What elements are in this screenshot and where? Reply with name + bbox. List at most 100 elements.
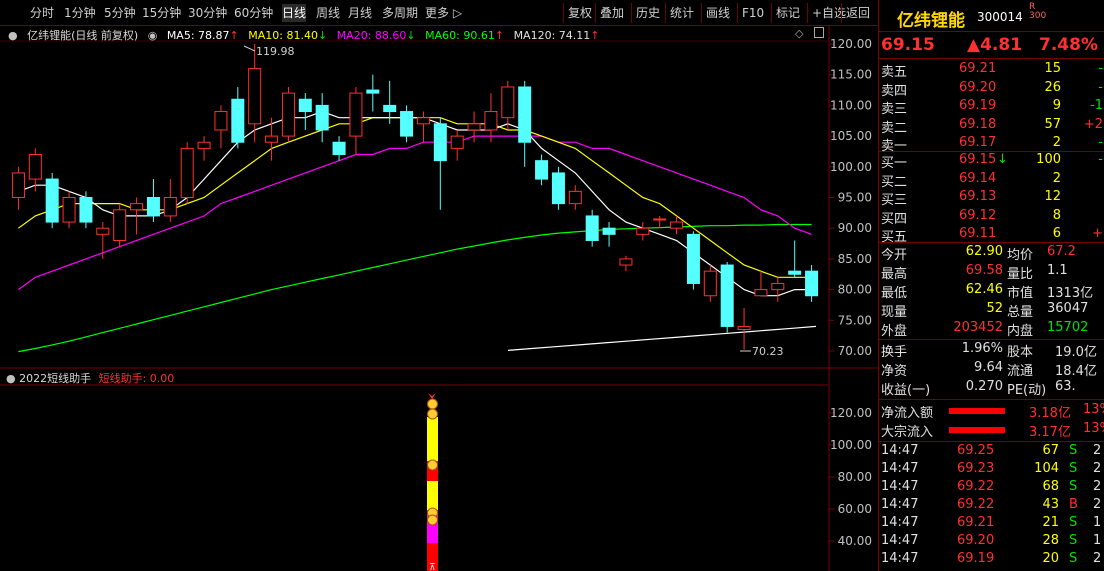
tick-price: 69.23 [957,461,995,476]
stat-label: 市值 [1007,286,1034,301]
flow-label: 净流入额 [881,406,934,421]
candle-body[interactable] [518,86,532,143]
tick-price: 69.20 [957,533,995,548]
buy-volume: 6 [1052,226,1061,241]
candle-body[interactable] [11,172,25,199]
candle-body[interactable] [366,89,380,94]
stat-value: 67.2 [1047,244,1076,259]
candle-body[interactable] [484,111,498,131]
y-tick-label: 115.00 [830,68,872,82]
sell-level-label: 卖二 [881,120,908,136]
sell-row[interactable]: 卖三 69.19 9 -1 [879,98,1104,117]
buy-volume: 100 [1036,152,1061,167]
candle-body[interactable] [450,135,464,149]
candle-body[interactable] [568,190,582,205]
buy-level-label: 买二 [881,174,908,190]
tick-count: 2 [1093,479,1102,494]
tick-side: B [1069,497,1078,512]
stat-row: 今开 62.90 均价 67.2 [879,244,1104,263]
sell-row[interactable]: 卖二 69.18 57 +2 [879,117,1104,136]
buy-volume: 8 [1052,207,1061,223]
sell-change: - [1098,61,1103,76]
candle-body[interactable] [383,104,397,113]
candle-body[interactable] [720,264,734,327]
stat-label: PE(动) [1007,383,1047,398]
candle-body[interactable] [400,111,414,137]
buy-row[interactable]: 买四 69.12 8 [879,207,1104,227]
sell-level-label: 卖三 [881,102,908,117]
candle-body[interactable] [433,123,447,162]
candle-body[interactable] [28,154,42,180]
candle-body[interactable] [703,270,717,297]
sell-price: 69.19 [959,98,997,113]
candle-body[interactable] [130,203,144,211]
sell-price: 69.17 [959,135,997,150]
candle-body[interactable] [805,270,819,297]
sub-y-tick-label: 80.00 [838,470,872,484]
sub-settings-icon[interactable]: ● [6,372,16,385]
candle-body[interactable] [467,123,481,131]
buy-row[interactable]: 买二 69.14 2 [879,171,1104,190]
buy-row[interactable]: 买一 69.15 ↓ 100 - [879,152,1104,171]
candle-body[interactable] [501,86,515,119]
candle-body[interactable] [281,92,295,137]
candle-body[interactable] [551,172,565,205]
stat-label: 现量 [881,305,908,320]
sell-row[interactable]: 卖四 69.20 26 - [879,79,1104,99]
candle-body[interactable] [416,117,430,125]
kline-chart[interactable]: 70.00 75.00 80.00 85.00 90.00 95.00 100.00 105.… [0,0,878,571]
stat-value: 9.64 [974,360,1003,375]
candle-body[interactable] [788,270,802,275]
candle-body[interactable] [146,197,160,217]
flow-bar [949,408,1005,414]
buy-row[interactable]: 买三 69.13 12 [879,189,1104,208]
buy-volume: 12 [1044,189,1061,204]
tick-side: S [1069,515,1078,530]
tick-side: S [1069,443,1078,458]
candle-body[interactable] [197,141,211,149]
candle-body[interactable] [79,197,93,223]
candle-body[interactable] [248,68,262,125]
stat-row: 现量 52 总量 36047 [879,301,1104,320]
stat-value: 1313亿 [1047,286,1094,301]
sell-row[interactable]: 卖五 69.21 15 - [879,61,1104,80]
candle-body[interactable] [535,160,549,180]
candle-body[interactable] [231,98,245,143]
tick-volume: 67 [1042,443,1059,458]
candle-body[interactable] [163,197,177,217]
candle-body[interactable] [45,178,59,223]
candle-body[interactable] [670,221,684,229]
moneybag-icon [427,514,438,526]
candle-body[interactable] [265,135,279,143]
candle-body[interactable] [96,227,110,235]
flow-row: 净流入额 3.18亿 13% [879,402,1104,421]
candle-body[interactable] [771,282,785,291]
candle-body[interactable] [636,227,650,235]
stat-label: 总量 [1007,305,1034,320]
candle-body[interactable] [62,197,76,223]
candle-body[interactable] [349,92,363,137]
tick-count: 2 [1093,497,1102,512]
sell-change: -1 [1090,98,1103,113]
candle-body[interactable] [315,104,329,131]
candle-body[interactable] [585,215,599,241]
candle-body[interactable] [619,258,633,266]
stock-code: 300014 [977,10,1023,24]
candle-body[interactable] [214,111,228,131]
moneybag-icon [427,408,438,420]
candle-body[interactable] [298,98,312,113]
candle-body[interactable] [332,141,346,156]
buy-price: 69.12 [959,207,997,223]
tick-time: 14:47 [881,479,919,494]
candle-body[interactable] [602,227,616,235]
candle-body[interactable] [737,325,751,331]
candle-body[interactable] [754,289,768,297]
low-annotation: 70.23 [752,345,784,358]
candle-body[interactable] [686,233,700,284]
candle-body[interactable] [180,147,194,199]
candle-body[interactable] [113,209,127,241]
tick-price: 69.22 [957,497,995,512]
sell-price: 69.20 [959,79,997,95]
candle-body[interactable] [653,218,667,221]
tick-price: 69.21 [957,515,995,530]
